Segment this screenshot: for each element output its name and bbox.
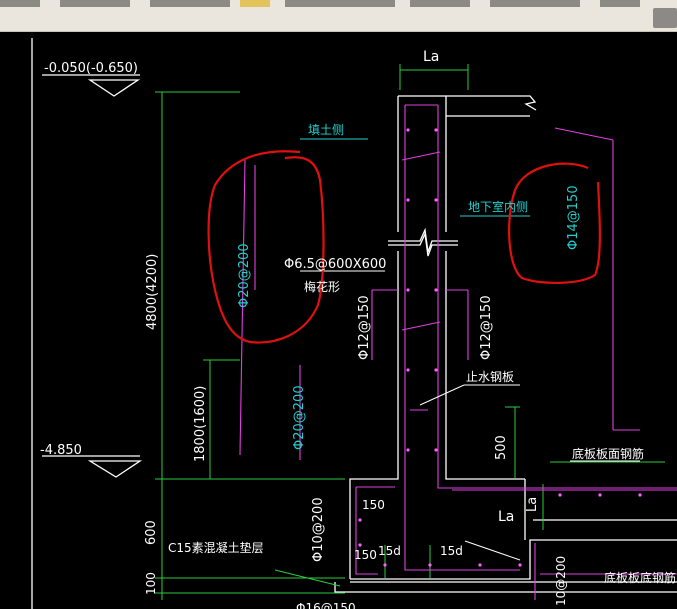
dim-100-label: 100	[144, 572, 158, 595]
dim-150-side-label: 150	[354, 548, 377, 562]
tie-bar-label: Φ6.5@600X600	[284, 257, 386, 272]
dim-600-label: 600	[144, 520, 159, 545]
plum-shape-label: 梅花形	[304, 279, 340, 294]
bottom-bottom-rebar-label: 底板板底钢筋	[604, 570, 676, 585]
rebar-phi12-left-label: Φ12@150	[357, 295, 372, 360]
la-bottom-a-label: La	[498, 509, 514, 525]
rebar-phi20-upper-label: Φ20@200	[237, 243, 252, 308]
bottom-top-rebar-label: 底板板面钢筋	[572, 446, 644, 461]
height-main-label: 4800(4200)	[145, 254, 160, 330]
structure-outline	[31, 38, 677, 609]
rebar-phi12-right-label: Φ12@150	[479, 295, 494, 360]
d15-b-label: 15d	[440, 544, 463, 558]
d15-a-label: 15d	[378, 544, 401, 558]
rebar-phi14-label: Φ14@150	[566, 185, 581, 250]
cushion-label: C15素混凝土垫层	[168, 540, 264, 555]
waterstop-label: 止水钢板	[466, 370, 514, 384]
partial-200-label: 10@200	[554, 556, 568, 606]
rebar-lines	[239, 104, 677, 600]
rebar-phi16-label: Φ16@150	[296, 601, 356, 609]
active-toolbar-button[interactable]	[240, 0, 270, 7]
toolbar-icon[interactable]	[653, 8, 677, 28]
rebar-phi20-lower-label: Φ20@200	[292, 385, 307, 450]
cad-drawing-canvas[interactable]: -0.050(-0.650) -4.850 4800(4200) 1800(16…	[0, 31, 677, 609]
red-markup	[207, 150, 601, 344]
la-bottom-b-label: La	[525, 497, 540, 512]
la-top-label: La	[423, 49, 439, 65]
dim-150-top-label: 150	[362, 498, 385, 512]
cad-toolbar	[0, 0, 677, 32]
fill-side-label: 填土侧	[308, 123, 344, 137]
top-elevation-label: -0.050(-0.650)	[44, 61, 138, 76]
rebar-phi10-label: Φ10@200	[311, 497, 326, 562]
height-lower-label: 1800(1600)	[193, 386, 208, 462]
dim-500-label: 500	[494, 435, 509, 460]
bottom-elevation-label: -4.850	[40, 443, 82, 458]
basement-inside-label: 地下室内侧	[468, 199, 528, 214]
